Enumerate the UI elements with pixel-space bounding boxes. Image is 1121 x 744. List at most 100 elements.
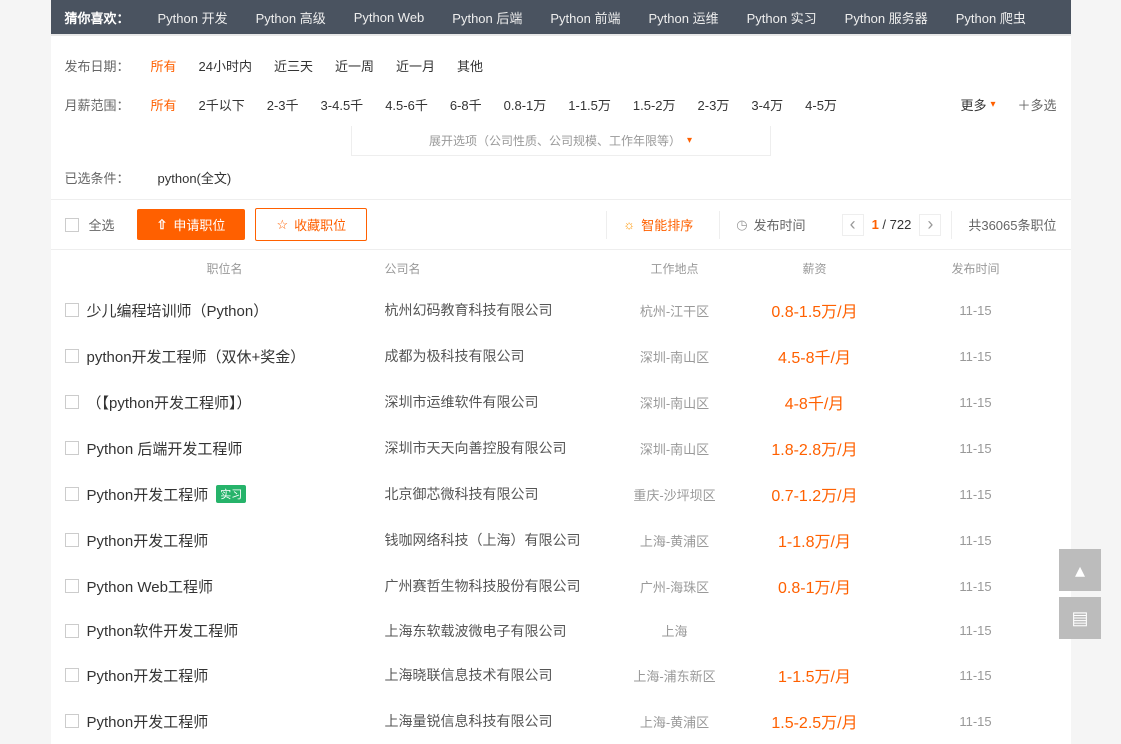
job-row: Python Web工程师广州赛哲生物科技股份有限公司广州-海珠区0.8-1万/… — [51, 563, 1071, 609]
recommended-tag[interactable]: Python 运维 — [638, 8, 728, 27]
filter-option[interactable]: 2千以下 — [193, 93, 251, 116]
filter-option[interactable]: 24小时内 — [193, 54, 258, 77]
filter-option[interactable]: 3-4.5千 — [315, 93, 370, 116]
job-title-link[interactable]: （【python开发工程师】） — [87, 392, 252, 413]
job-checkbox[interactable] — [65, 349, 79, 363]
job-location: 杭州-江干区 — [640, 304, 709, 319]
filter-option[interactable]: 3-4万 — [745, 93, 789, 116]
sort-smart[interactable]: 智能排序 — [606, 211, 709, 239]
filter-option[interactable]: 1-1.5万 — [562, 93, 617, 116]
job-checkbox[interactable] — [65, 487, 79, 501]
job-row: （【python开发工程师】）深圳市运维软件有限公司深圳-南山区4-8千/月11… — [51, 379, 1071, 425]
job-list: 少儿编程培训师（Python） 杭州幻码教育科技有限公司 杭州-江干区 0.8-1.5… — [51, 287, 1071, 744]
salary-more-button[interactable]: 更多▾ — [960, 95, 995, 114]
filter-option[interactable]: 2-3千 — [261, 93, 305, 116]
recommended-tag[interactable]: Python 前端 — [540, 8, 630, 27]
action-bar: 全选 申请职位 收藏职位 智能排序 发布时间 1 / 722 共36065条职位 — [51, 199, 1071, 250]
filter-option[interactable]: 4-5万 — [799, 93, 843, 116]
recommended-tag[interactable]: Python 后端 — [442, 8, 532, 27]
back-to-top-button[interactable] — [1059, 549, 1101, 591]
total-count: 共36065条职位 — [951, 211, 1056, 239]
feedback-button[interactable] — [1059, 597, 1101, 639]
expand-filters-button[interactable]: 展开选项（公司性质、公司规模、工作年限等） ▾ — [351, 126, 771, 156]
filter-row-salary: 月薪范围： 所有 2千以下 2-3千 3-4.5千 4.5-6千 6-8千 0.8-1万 1-… — [65, 87, 1057, 126]
job-checkbox[interactable] — [65, 303, 79, 317]
job-title-link[interactable]: Python 后端开发工程师 — [87, 438, 243, 459]
filter-option[interactable]: 近三天 — [268, 54, 319, 77]
job-location: 重庆-沙坪坝区 — [633, 488, 715, 503]
company-link[interactable]: 上海东软载波微电子有限公司 — [385, 623, 567, 639]
job-title-link[interactable]: 少儿编程培训师（Python） — [87, 300, 269, 321]
table-header: 职位名 公司名 工作地点 薪资 发布时间 — [51, 250, 1071, 287]
page-next-button[interactable] — [919, 214, 941, 236]
apply-button[interactable]: 申请职位 — [137, 209, 246, 240]
job-salary: 1.8-2.8万/月 — [771, 442, 857, 459]
filter-panel: 发布日期： 所有24小时内近三天近一周近一月其他 月薪范围： 所有2千以下2-3… — [51, 34, 1071, 126]
job-location: 深圳-南山区 — [640, 350, 709, 365]
filter-salary-label: 月薪范围： — [65, 95, 135, 114]
filter-option[interactable]: 2-3万 — [692, 93, 736, 116]
company-link[interactable]: 上海量锐信息科技有限公司 — [385, 713, 553, 729]
selected-label: 已选条件： — [65, 168, 130, 187]
job-title-link[interactable]: Python软件开发工程师 — [87, 620, 239, 641]
selected-conditions-row: 已选条件： python(全文) — [51, 156, 1071, 199]
recommended-tag[interactable]: Python Web — [344, 10, 435, 25]
filter-option[interactable]: 6-8千 — [444, 93, 488, 116]
company-link[interactable]: 北京御芯微科技有限公司 — [385, 486, 539, 502]
recommended-tag[interactable]: Python 开发 — [148, 8, 238, 27]
company-link[interactable]: 钱咖网络科技（上海）有限公司 — [385, 532, 581, 548]
favorite-button[interactable]: 收藏职位 — [255, 208, 367, 241]
page-prev-button[interactable] — [842, 214, 864, 236]
salary-multi-button[interactable]: ＋多选 — [1017, 95, 1056, 114]
chevron-down-icon: ▾ — [990, 99, 995, 110]
recommended-tag[interactable]: Python 实习 — [737, 8, 827, 27]
job-title-link[interactable]: Python开发工程师 — [87, 711, 209, 732]
company-link[interactable]: 上海晓联信息技术有限公司 — [385, 667, 553, 683]
recommended-tag[interactable]: Python 高级 — [246, 8, 336, 27]
select-all-checkbox[interactable] — [65, 218, 79, 232]
filter-option[interactable]: 近一周 — [329, 54, 380, 77]
company-link[interactable]: 深圳市运维软件有限公司 — [385, 394, 539, 410]
job-salary: 0.8-1万/月 — [778, 580, 851, 597]
filter-option[interactable]: 4.5-6千 — [379, 93, 434, 116]
job-location: 深圳-南山区 — [640, 442, 709, 457]
job-title-link[interactable]: Python开发工程师 — [87, 665, 209, 686]
sort-date[interactable]: 发布时间 — [719, 211, 821, 239]
job-checkbox[interactable] — [65, 668, 79, 682]
recommended-tag[interactable]: Python 爬虫 — [946, 8, 1036, 27]
job-date: 11-15 — [959, 441, 991, 456]
company-link[interactable]: 杭州幻码教育科技有限公司 — [385, 302, 553, 318]
job-checkbox[interactable] — [65, 533, 79, 547]
page-current: 1 — [872, 217, 879, 232]
company-link[interactable]: 广州赛哲生物科技股份有限公司 — [385, 578, 581, 594]
bulb-icon — [623, 217, 635, 232]
job-row: Python开发工程师上海量锐信息科技有限公司上海-黄浦区1.5-2.5万/月1… — [51, 698, 1071, 744]
job-title-link[interactable]: Python开发工程师 — [87, 530, 209, 551]
recommended-label: 猜你喜欢： — [65, 8, 130, 27]
job-title-link[interactable]: Python开发工程师 — [87, 484, 209, 505]
company-link[interactable]: 深圳市天天向善控股有限公司 — [385, 440, 567, 456]
filter-option[interactable]: 近一月 — [390, 54, 441, 77]
filter-option[interactable]: 0.8-1万 — [498, 93, 553, 116]
job-checkbox[interactable] — [65, 395, 79, 409]
job-date: 11-15 — [959, 395, 991, 410]
job-checkbox[interactable] — [65, 624, 79, 638]
job-row: Python开发工程师实习北京御芯微科技有限公司重庆-沙坪坝区0.7-1.2万/… — [51, 471, 1071, 517]
job-row: 少儿编程培训师（Python） 杭州幻码教育科技有限公司 杭州-江干区 0.8-1.5… — [51, 287, 1071, 333]
filter-option[interactable]: 所有 — [145, 93, 183, 116]
company-link[interactable]: 成都为极科技有限公司 — [385, 348, 525, 364]
job-checkbox[interactable] — [65, 579, 79, 593]
job-checkbox[interactable] — [65, 714, 79, 728]
job-title-link[interactable]: Python Web工程师 — [87, 576, 213, 597]
recommended-tag[interactable]: Python 服务器 — [835, 8, 938, 27]
job-salary: 0.8-1.5万/月 — [771, 304, 857, 321]
col-salary: 薪资 — [735, 260, 895, 277]
job-date: 11-15 — [959, 487, 991, 502]
filter-option[interactable]: 所有 — [145, 54, 183, 77]
filter-option[interactable]: 1.5-2万 — [627, 93, 682, 116]
job-row: python开发工程师（双休+奖金）成都为极科技有限公司深圳-南山区4.5-8千… — [51, 333, 1071, 379]
job-checkbox[interactable] — [65, 441, 79, 455]
job-location: 上海-黄浦区 — [640, 715, 709, 730]
filter-option[interactable]: 其他 — [451, 54, 489, 77]
job-title-link[interactable]: python开发工程师（双休+奖金） — [87, 346, 306, 367]
